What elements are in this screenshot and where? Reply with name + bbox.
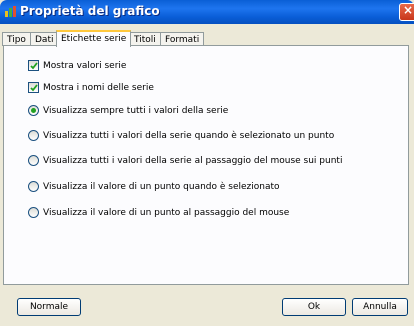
tab-dati[interactable]: Dati — [30, 32, 59, 46]
cancel-button[interactable]: Annulla — [352, 298, 408, 316]
chart-icon — [5, 6, 16, 17]
radio-on-select[interactable] — [28, 130, 39, 141]
close-button[interactable]: × — [399, 3, 414, 21]
default-button[interactable]: Normale — [17, 298, 81, 316]
dialog-window: Proprietà del grafico × Tipo Dati Etiche… — [0, 0, 414, 326]
radio-on-select-label: Visualizza tutti i valori della serie qu… — [43, 130, 335, 141]
radio-on-hover-label: Visualizza tutti i valori della serie al… — [43, 155, 343, 166]
radio-point-on-hover[interactable] — [28, 207, 39, 218]
checkmark-icon — [30, 84, 38, 92]
radio-always[interactable] — [28, 105, 39, 116]
show-values-label: Mostra valori serie — [43, 60, 127, 71]
show-values-option[interactable]: Mostra valori serie — [28, 59, 126, 72]
radio-option-point-on-hover[interactable]: Visualizza il valore di un punto al pass… — [28, 206, 289, 219]
tab-etichette-serie[interactable]: Etichette serie — [56, 30, 132, 47]
radio-selected-dot — [31, 108, 36, 113]
radio-option-always[interactable]: Visualizza sempre tutti i valori della s… — [28, 104, 228, 117]
radio-option-point-on-select[interactable]: Visualizza il valore di un punto quando … — [28, 180, 280, 193]
radio-always-label: Visualizza sempre tutti i valori della s… — [43, 105, 229, 116]
tab-formati[interactable]: Formati — [160, 32, 205, 46]
checkmark-icon — [30, 62, 38, 70]
radio-point-on-hover-label: Visualizza il valore di un punto al pass… — [43, 207, 290, 218]
show-series-names-checkbox[interactable] — [28, 82, 39, 93]
show-series-names-label: Mostra i nomi delle serie — [43, 82, 154, 93]
show-values-checkbox[interactable] — [28, 60, 39, 71]
tab-tipo[interactable]: Tipo — [2, 32, 31, 46]
tab-titoli[interactable]: Titoli — [129, 32, 161, 46]
close-icon: × — [403, 3, 414, 17]
ok-button[interactable]: Ok — [282, 298, 346, 316]
radio-on-hover[interactable] — [28, 155, 39, 166]
radio-option-on-select[interactable]: Visualizza tutti i valori della serie qu… — [28, 129, 334, 142]
show-series-names-option[interactable]: Mostra i nomi delle serie — [28, 81, 154, 94]
radio-point-on-select-label: Visualizza il valore di un punto quando … — [43, 181, 280, 192]
radio-point-on-select[interactable] — [28, 181, 39, 192]
window-title: Proprietà del grafico — [20, 4, 160, 18]
title-bar[interactable]: Proprietà del grafico × — [0, 0, 414, 24]
radio-option-on-hover[interactable]: Visualizza tutti i valori della serie al… — [28, 154, 342, 167]
